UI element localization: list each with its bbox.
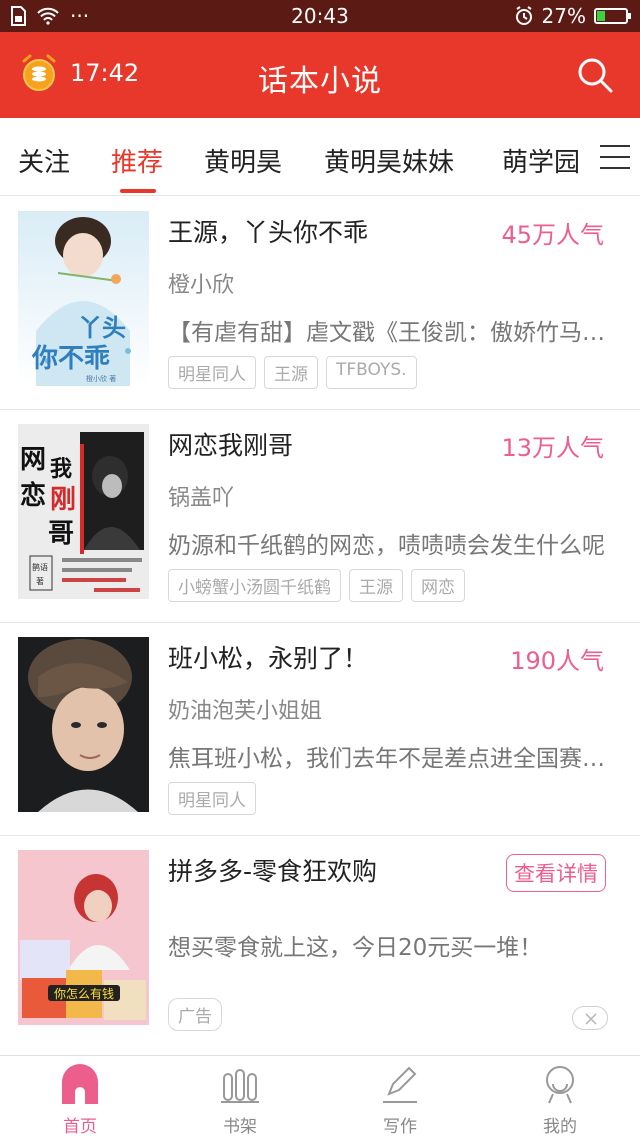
cover-author-suffix: 著 <box>36 576 44 586</box>
battery-percent: 27% <box>541 4 586 28</box>
book-description: 焦耳班小松，我们去年不是差点进全国赛了吗 <box>168 746 614 772</box>
ad-title: 拼多多-零食狂欢购 <box>168 857 378 886</box>
tab-mengxueyuan[interactable]: 萌学园 <box>502 142 580 179</box>
pen-icon <box>381 1064 419 1104</box>
popularity: 190人气 <box>510 647 604 675</box>
search-icon <box>578 58 613 93</box>
nav-label: 首页 <box>63 1117 97 1137</box>
nav-home[interactable]: 首页 <box>0 1056 160 1138</box>
popularity: 13万人气 <box>501 434 604 462</box>
cover-char-4: 刚 <box>50 485 76 515</box>
tab-follow[interactable]: 关注 <box>18 142 70 179</box>
ad-badge: 广告 <box>168 998 222 1031</box>
ad-image-caption: 你怎么有钱 <box>54 986 114 1001</box>
alarm-icon <box>515 6 532 25</box>
active-tab-indicator <box>120 189 156 193</box>
bottom-navigation: 首页 书架 写作 我的 <box>0 1055 640 1138</box>
tag[interactable]: 王源 <box>264 356 318 389</box>
book-author: 锅盖吖 <box>168 486 235 511</box>
cover-char-2: 恋 <box>20 480 46 511</box>
tab-huang-minghao-sister[interactable]: 黄明昊妹妹 <box>324 142 454 179</box>
app-title: 话本小说 <box>258 64 382 99</box>
book-description: 【有虐有甜】虐文戳《王俊凯：傲娇竹马，我不是你的替身》 <box>168 320 614 346</box>
category-tabs: 关注 推荐 黄明昊 黄明昊妹妹 萌学园 <box>0 118 640 196</box>
nav-label: 写作 <box>383 1117 417 1137</box>
cover-char-1: 网 <box>20 445 46 475</box>
profile-icon <box>541 1064 579 1104</box>
book-cover: 网 恋 我 刚 哥 鹊语 著 <box>18 424 149 599</box>
cover-char-3: 我 <box>50 456 72 482</box>
close-ad-button[interactable] <box>572 1006 608 1030</box>
nav-bookshelf[interactable]: 书架 <box>160 1056 320 1138</box>
tab-recommend[interactable]: 推荐 <box>111 142 163 179</box>
close-icon <box>585 1013 597 1025</box>
nav-label: 我的 <box>543 1117 577 1137</box>
tag[interactable]: 王源 <box>349 569 403 602</box>
view-details-button[interactable]: 查看详情 <box>506 854 606 892</box>
book-author: 奶油泡芙小姐姐 <box>168 699 323 724</box>
book-item[interactable]: 丫头 你不乖 橙小欣 著 王源，丫头你不乖 45万人气 橙小欣 【有虐有甜】虐文… <box>0 197 640 410</box>
cover-author: 鹊语 <box>32 562 48 572</box>
tag[interactable]: 网恋 <box>411 569 465 602</box>
status-bar: ··· 20:43 27% <box>0 0 640 32</box>
tag-list: 明星同人 <box>168 782 256 815</box>
book-description: 奶源和千纸鹤的网恋，啧啧啧会发生什么呢 <box>168 533 605 559</box>
search-button[interactable] <box>576 56 614 94</box>
tag[interactable]: 明星同人 <box>168 782 256 815</box>
book-cover: 丫头 你不乖 橙小欣 著 <box>18 211 149 386</box>
tab-menu-icon[interactable] <box>600 145 630 169</box>
app-header: 17:42 话本小说 <box>0 32 640 118</box>
battery-icon <box>594 8 631 24</box>
tab-huang-minghao[interactable]: 黄明昊 <box>204 142 282 179</box>
book-cover <box>18 637 149 812</box>
cover-char-5: 哥 <box>48 519 74 549</box>
tag[interactable]: 小螃蟹小汤圆千纸鹤 <box>168 569 341 602</box>
tag[interactable]: 明星同人 <box>168 356 256 389</box>
cover-title-1: 丫头 <box>78 313 126 342</box>
cover-author: 橙小欣 著 <box>86 374 116 383</box>
book-title: 班小松，永别了！ <box>168 644 369 673</box>
ad-description: 想买零食就上这，今日20元买一堆！ <box>168 935 543 961</box>
ad-item[interactable]: 你怎么有钱 拼多多-零食狂欢购 查看详情 想买零食就上这，今日20元买一堆！ 广… <box>0 836 640 1056</box>
book-author: 橙小欣 <box>168 273 235 298</box>
book-title: 王源，丫头你不乖 <box>168 218 369 247</box>
tag-list: 小螃蟹小汤圆千纸鹤 王源 网恋 <box>168 569 465 602</box>
book-list: 丫头 你不乖 橙小欣 著 王源，丫头你不乖 45万人气 橙小欣 【有虐有甜】虐文… <box>0 197 640 1056</box>
home-icon <box>61 1064 99 1104</box>
popularity: 45万人气 <box>501 221 604 249</box>
book-item[interactable]: 网 恋 我 刚 哥 鹊语 著 网恋我刚哥 13万人气 锅盖吖 奶源和千纸鹤的网恋… <box>0 410 640 623</box>
nav-profile[interactable]: 我的 <box>480 1056 640 1138</box>
cover-title-2: 你不乖 <box>31 344 110 374</box>
nav-label: 书架 <box>223 1117 257 1137</box>
bookshelf-icon <box>221 1064 259 1104</box>
ad-image: 你怎么有钱 <box>18 850 149 1025</box>
tag[interactable]: TFBOYS. <box>326 356 417 389</box>
tag-list: 明星同人 王源 TFBOYS. <box>168 356 417 389</box>
book-item[interactable]: 班小松，永别了！ 190人气 奶油泡芙小姐姐 焦耳班小松，我们去年不是差点进全国… <box>0 623 640 836</box>
book-title: 网恋我刚哥 <box>168 431 294 460</box>
nav-write[interactable]: 写作 <box>320 1056 480 1138</box>
status-right-icons: 27% <box>514 4 631 28</box>
